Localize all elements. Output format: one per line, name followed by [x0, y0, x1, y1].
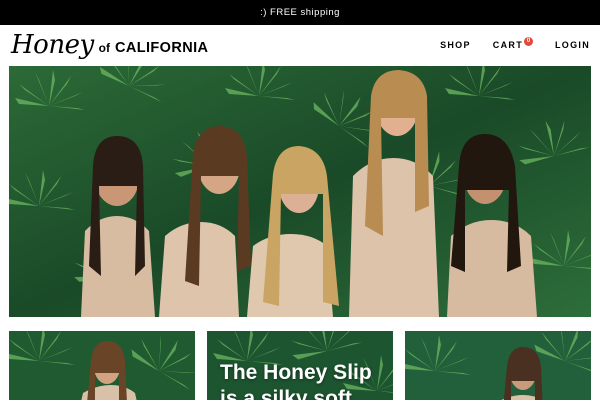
brand-logo[interactable]: Honey of CALIFORNIA: [11, 32, 208, 58]
logo-honey: Honey: [11, 30, 94, 60]
main-nav: SHOP CART 0 LOGIN: [440, 37, 590, 50]
product-tile-2[interactable]: The Honey Slip is a silky soft: [207, 331, 393, 400]
promo-text: :) FREE shipping: [260, 7, 340, 18]
cart-count-badge: 0: [524, 37, 533, 46]
tile-3-image: [405, 331, 591, 400]
tile-2-headline: The Honey Slip is a silky soft: [220, 361, 372, 400]
hero-image: [9, 66, 591, 317]
nav-shop-link[interactable]: SHOP: [440, 40, 471, 50]
nav-cart-link[interactable]: CART 0: [492, 37, 533, 50]
site-header: Honey of CALIFORNIA SHOP CART 0 LOGIN: [0, 25, 600, 65]
nav-login-link[interactable]: LOGIN: [555, 40, 590, 50]
product-tile-3[interactable]: [405, 331, 591, 400]
promo-bar: :) FREE shipping: [0, 0, 600, 25]
logo-california: CALIFORNIA: [114, 39, 209, 56]
cart-label: CART: [492, 40, 523, 50]
logo-of: of: [98, 41, 110, 55]
tile-1-image: [9, 331, 195, 400]
product-tile-1[interactable]: [9, 331, 195, 400]
hero-banner[interactable]: [9, 66, 591, 317]
